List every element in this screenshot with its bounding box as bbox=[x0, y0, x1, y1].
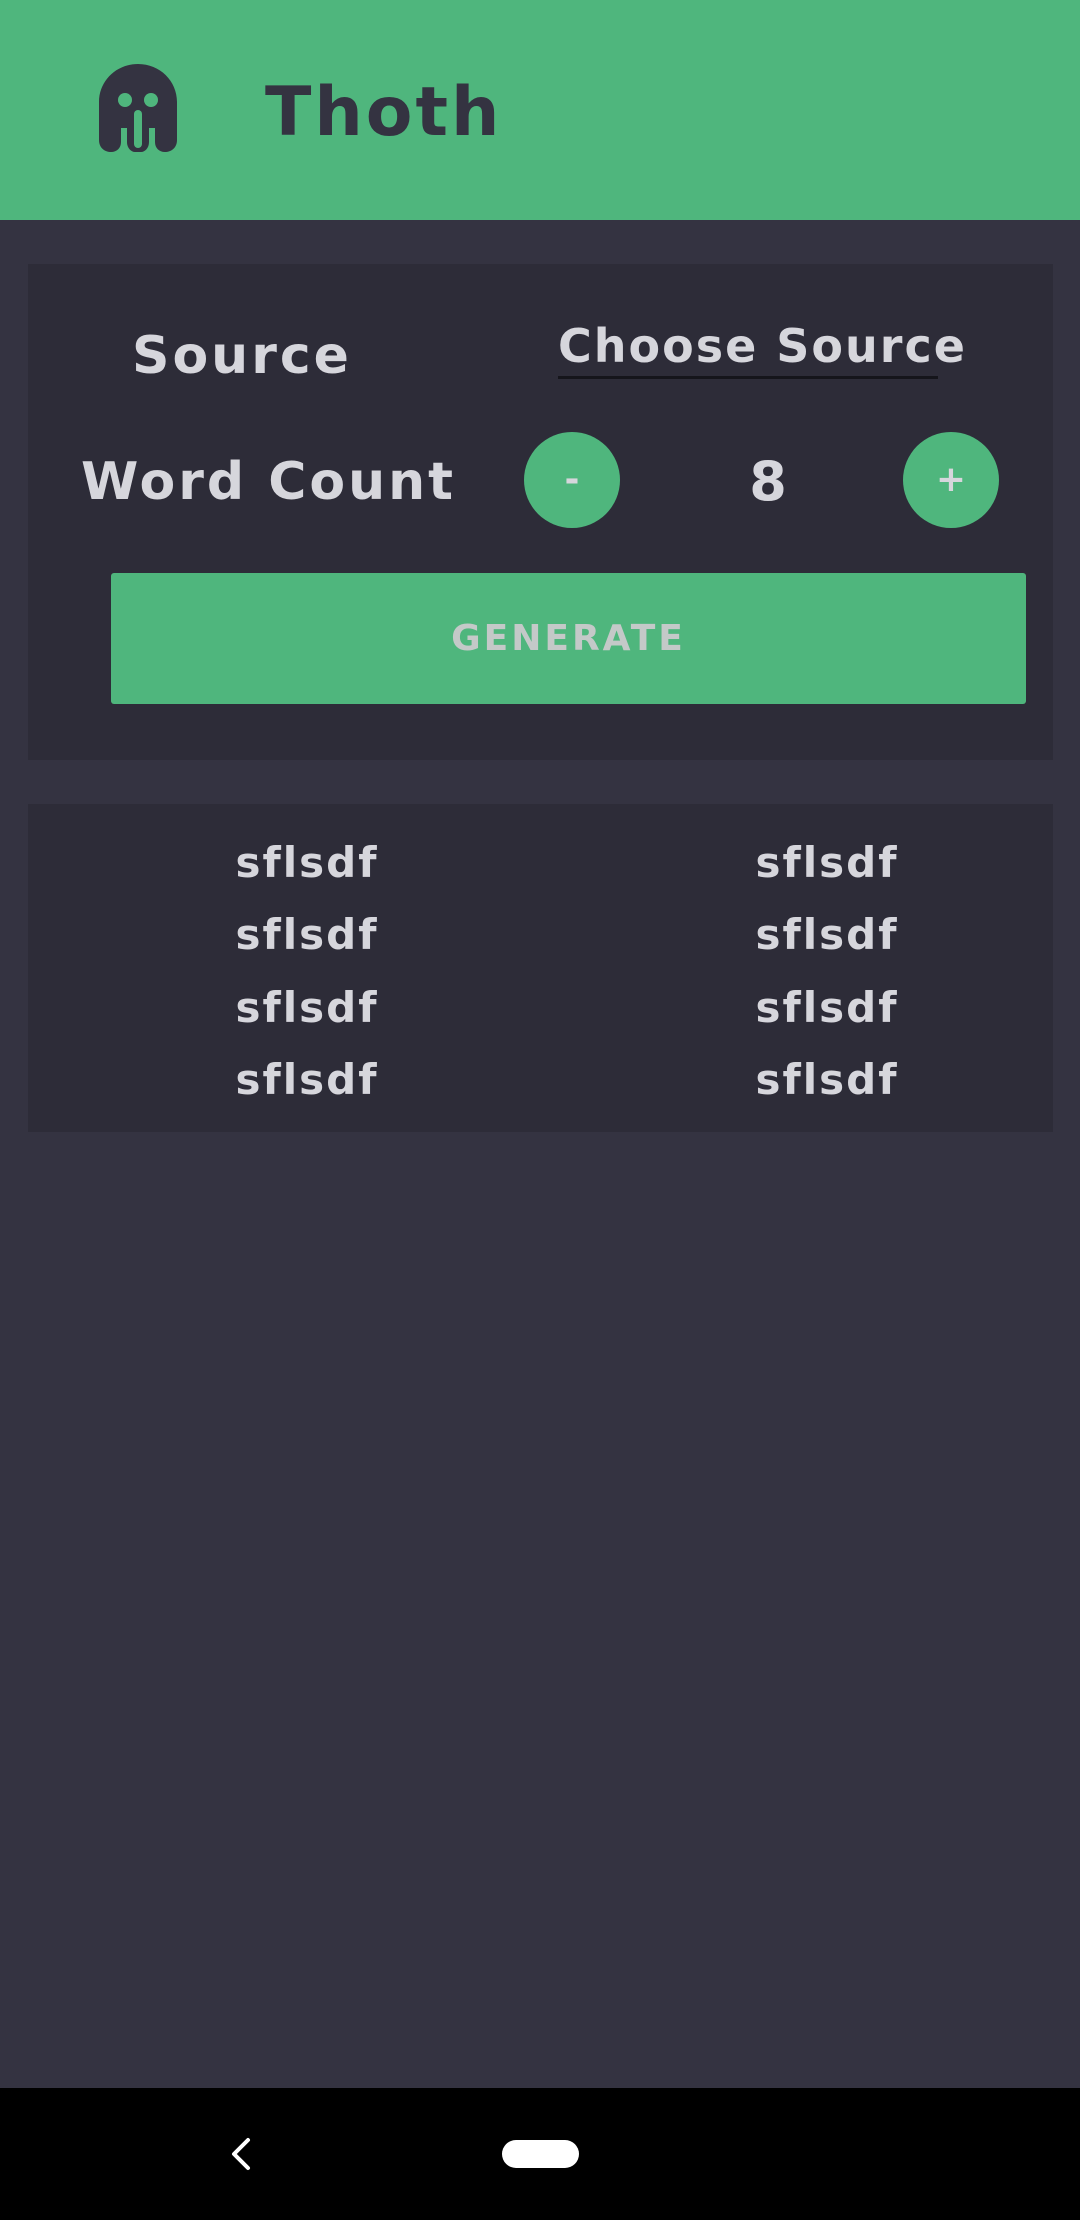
home-pill-icon[interactable] bbox=[502, 2140, 579, 2168]
decrement-button[interactable]: - bbox=[524, 432, 620, 528]
increment-button[interactable]: + bbox=[903, 432, 999, 528]
source-label: Source bbox=[132, 326, 352, 386]
word-count-label: Word Count bbox=[81, 452, 456, 512]
ghost-logo-icon bbox=[99, 64, 177, 152]
word-item: sflsdf bbox=[755, 983, 899, 1032]
back-chevron-icon[interactable] bbox=[222, 2132, 262, 2176]
word-item: sflsdf bbox=[235, 910, 379, 959]
generated-words-card: sflsdf sflsdf sflsdf sflsdf sflsdf sflsd… bbox=[28, 804, 1053, 1132]
source-dropdown[interactable]: Choose Source bbox=[558, 314, 965, 379]
app-title: Thoth bbox=[265, 73, 503, 152]
word-item: sflsdf bbox=[235, 1055, 379, 1104]
word-item: sflsdf bbox=[755, 910, 899, 959]
word-item: sflsdf bbox=[235, 838, 379, 887]
system-nav-bar bbox=[0, 2088, 1080, 2220]
app-bar: Thoth bbox=[0, 0, 1080, 220]
settings-card: Source Choose Source Word Count - 8 + GE… bbox=[28, 264, 1053, 760]
word-item: sflsdf bbox=[755, 838, 899, 887]
generate-button[interactable]: GENERATE bbox=[111, 573, 1026, 704]
word-item: sflsdf bbox=[235, 983, 379, 1032]
word-item: sflsdf bbox=[755, 1055, 899, 1104]
word-count-value: 8 bbox=[749, 450, 787, 513]
